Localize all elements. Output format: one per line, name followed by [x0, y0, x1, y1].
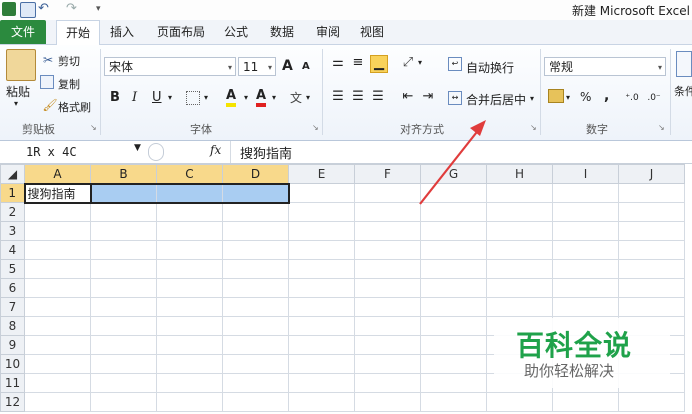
arrow-head	[470, 120, 486, 136]
arrow-shaft	[419, 127, 481, 205]
watermark-subtitle: 助你轻松解决	[524, 362, 615, 380]
watermark: 百科全说 助你轻松解决	[494, 318, 670, 388]
watermark-title: 百科全说	[516, 329, 633, 362]
